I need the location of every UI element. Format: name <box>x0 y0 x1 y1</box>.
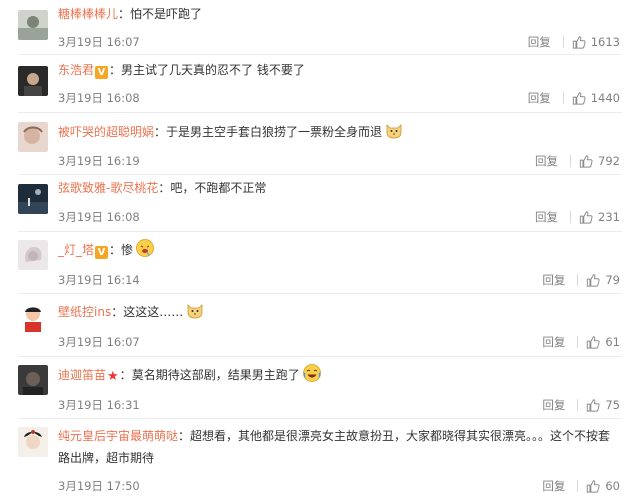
action-divider <box>577 480 579 492</box>
comment-text: 于是男主空手套白狼捞了一票粉全身而退 <box>166 125 383 139</box>
comment-text: 男主试了几天真的忍不了 钱不要了 <box>121 63 305 77</box>
comment-divider <box>18 293 622 294</box>
comment-timestamp: 3月19日 16:07 <box>58 35 140 49</box>
user-avatar[interactable] <box>18 427 48 457</box>
drooling-face-emoji-icon <box>135 238 155 258</box>
like-button[interactable]: 231 <box>579 210 620 224</box>
comment-timestamp: 3月19日 16:19 <box>58 154 140 168</box>
reply-button[interactable]: 回复 <box>528 90 551 106</box>
user-avatar[interactable] <box>18 240 48 270</box>
thumbs-up-icon <box>587 480 600 493</box>
comment-timestamp: 3月19日 17:50 <box>58 479 140 493</box>
comment-timestamp: 3月19日 16:07 <box>58 335 140 349</box>
comment-divider <box>18 112 622 113</box>
username-link[interactable]: 东浩君 <box>58 63 94 77</box>
comment-text: 怕不是吓跑了 <box>130 7 203 21</box>
thumbs-up-icon <box>572 36 586 49</box>
action-divider <box>570 211 572 223</box>
like-count: 1613 <box>590 35 620 49</box>
comment-text: 吧，不跑都不正常 <box>170 181 267 195</box>
verified-badge-icon: V <box>95 246 109 259</box>
like-button[interactable]: 792 <box>579 154 620 168</box>
comment-divider <box>18 54 622 55</box>
action-divider <box>570 155 572 167</box>
like-button[interactable]: 75 <box>586 398 620 412</box>
reply-button[interactable]: 回复 <box>535 153 558 169</box>
comment-divider <box>18 231 622 232</box>
like-button[interactable]: 1440 <box>572 91 620 105</box>
comment-text: 莫名期待这部剧，结果男主跑了 <box>131 368 300 382</box>
comment-divider <box>18 418 622 419</box>
comment-divider <box>18 356 622 357</box>
thumbs-up-icon <box>587 274 600 287</box>
like-button[interactable]: 79 <box>586 273 620 287</box>
thumbs-up-icon <box>587 336 600 349</box>
reply-button[interactable]: 回复 <box>542 334 565 350</box>
comment-timestamp: 3月19日 16:08 <box>58 91 140 105</box>
like-button[interactable]: 60 <box>586 479 620 493</box>
comment-timestamp: 3月19日 16:08 <box>58 210 140 224</box>
user-avatar[interactable] <box>18 122 48 152</box>
like-count: 61 <box>605 335 620 349</box>
thumbs-up-icon <box>579 155 593 168</box>
user-avatar[interactable] <box>18 302 48 332</box>
username-link[interactable]: 纯元皇后宇宙最萌萌哒 <box>58 429 178 443</box>
like-button[interactable]: 1613 <box>572 35 620 49</box>
action-divider <box>562 92 564 104</box>
user-avatar[interactable] <box>18 365 48 395</box>
like-count: 1440 <box>590 91 620 105</box>
verified-badge-icon: V <box>95 66 109 79</box>
reply-button[interactable]: 回复 <box>535 209 558 225</box>
action-divider <box>577 274 579 286</box>
thumbs-up-icon <box>587 399 600 412</box>
thumbs-up-icon <box>572 92 586 105</box>
action-divider <box>577 336 579 348</box>
cat-emoji-icon <box>185 300 205 320</box>
username-link[interactable]: 弦歌致雅-歌尽桃花 <box>58 181 158 195</box>
comment-text: 这这这…… <box>123 305 184 319</box>
comment-divider <box>18 174 622 175</box>
like-count: 75 <box>605 398 620 412</box>
username-link[interactable]: 壁纸控ins <box>58 305 111 319</box>
reply-button[interactable]: 回复 <box>528 34 551 50</box>
user-avatar[interactable] <box>18 184 48 214</box>
action-divider <box>577 399 579 411</box>
username-link[interactable]: 迪迦笛苗 <box>58 368 106 382</box>
like-count: 231 <box>598 210 620 224</box>
comment-text: 惨 <box>121 243 134 257</box>
user-avatar[interactable] <box>18 10 48 40</box>
laughing-tears-emoji-icon <box>302 363 322 383</box>
action-divider <box>562 36 564 48</box>
reply-button[interactable]: 回复 <box>542 397 565 413</box>
thumbs-up-icon <box>579 211 593 224</box>
username-link[interactable]: _灯_塔 <box>58 243 94 257</box>
username-link[interactable]: 糖棒棒棒儿 <box>58 7 118 21</box>
cat-emoji-icon <box>384 120 404 140</box>
reply-button[interactable]: 回复 <box>542 272 565 288</box>
user-avatar[interactable] <box>18 66 48 96</box>
like-button[interactable]: 61 <box>586 335 620 349</box>
like-count: 792 <box>598 154 620 168</box>
like-count: 79 <box>605 273 620 287</box>
star-badge-icon: ★ <box>107 369 119 384</box>
like-count: 60 <box>605 479 620 493</box>
username-link[interactable]: 被吓哭的超聪明娲 <box>58 125 154 139</box>
comment-timestamp: 3月19日 16:31 <box>58 398 140 412</box>
reply-button[interactable]: 回复 <box>542 478 565 494</box>
comment-timestamp: 3月19日 16:14 <box>58 273 140 287</box>
